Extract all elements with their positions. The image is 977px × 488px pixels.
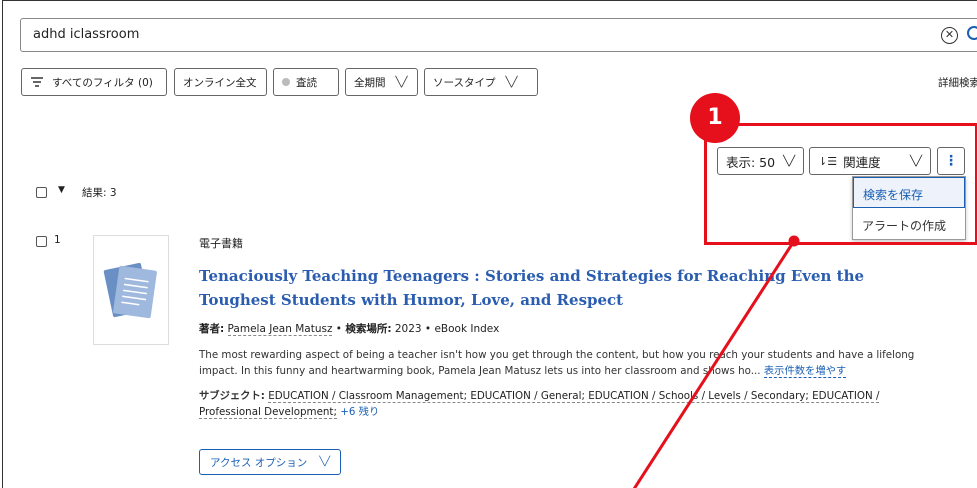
meta-separator: • (335, 323, 346, 335)
access-options-button[interactable]: アクセス オプション ╲╱ (199, 449, 342, 475)
result-subjects: サブジェクト: EDUCATION / Classroom Management… (199, 388, 919, 420)
all-filters-button[interactable]: すべてのフィルタ (0) (21, 68, 167, 96)
search-icon[interactable] (966, 25, 977, 45)
advanced-search-link[interactable]: 詳細検索 (938, 75, 977, 90)
source-type-label: ソースタイプ (433, 76, 496, 89)
peer-reviewed-label: 査読 (296, 76, 317, 89)
chevron-down-icon: ╲╱ (395, 76, 408, 88)
chevron-down-icon: ╲╱ (319, 457, 331, 467)
clear-icon[interactable]: ✕ (941, 27, 958, 44)
results-page: adhd iclassroom ✕ すべてのフィルタ (0) オンライン全文 査… (2, 0, 977, 488)
date-range-dropdown[interactable]: 全期間 ╲╱ (345, 68, 418, 96)
document-icon (103, 262, 157, 319)
result-checkbox[interactable] (36, 236, 47, 247)
search-input[interactable]: adhd iclassroom (33, 27, 139, 42)
online-fulltext-button[interactable]: オンライン全文 (174, 68, 267, 96)
annotation-highlight-box (704, 123, 977, 245)
author-label: 著者: (199, 323, 225, 335)
select-menu-caret-icon[interactable]: ▼ (58, 185, 65, 195)
all-filters-label: すべてのフィルタ (0) (52, 76, 153, 89)
select-all-checkbox[interactable] (36, 187, 47, 198)
annotation-step-badge: 1 (690, 93, 740, 143)
source-value: 2023 • eBook Index (394, 323, 500, 335)
subject-label: サブジェクト: (199, 390, 265, 402)
circle-icon (282, 78, 290, 86)
access-options-label: アクセス オプション (210, 456, 308, 469)
more-subjects-link[interactable]: +6 残り (340, 406, 379, 418)
date-range-label: 全期間 (354, 76, 386, 89)
results-count: 結果: 3 (82, 187, 117, 199)
ebook-thumbnail[interactable] (93, 235, 169, 345)
filter-icon (31, 77, 43, 87)
result-meta: 著者: Pamela Jean Matusz • 検索場所: 2023 • eB… (199, 321, 499, 336)
chevron-down-icon: ╲╱ (505, 76, 518, 88)
show-more-link[interactable]: 表示件数を増やす (763, 365, 847, 378)
online-fulltext-label: オンライン全文 (183, 76, 257, 89)
result-abstract: The most rewarding aspect of being a tea… (199, 347, 919, 379)
result-index: 1 (54, 234, 61, 246)
peer-reviewed-button[interactable]: 査読 (273, 68, 339, 96)
author-link[interactable]: Pamela Jean Matusz (227, 323, 333, 336)
result-title-link[interactable]: Tenaciously Teaching Teenagers : Stories… (199, 264, 939, 312)
search-bar[interactable]: adhd iclassroom ✕ (20, 18, 977, 52)
source-label: 検索場所: (345, 323, 392, 335)
result-type: 電子書籍 (199, 237, 243, 250)
source-type-dropdown[interactable]: ソースタイプ ╲╱ (424, 68, 538, 96)
subject-links[interactable]: EDUCATION / Classroom Management; EDUCAT… (199, 390, 880, 419)
